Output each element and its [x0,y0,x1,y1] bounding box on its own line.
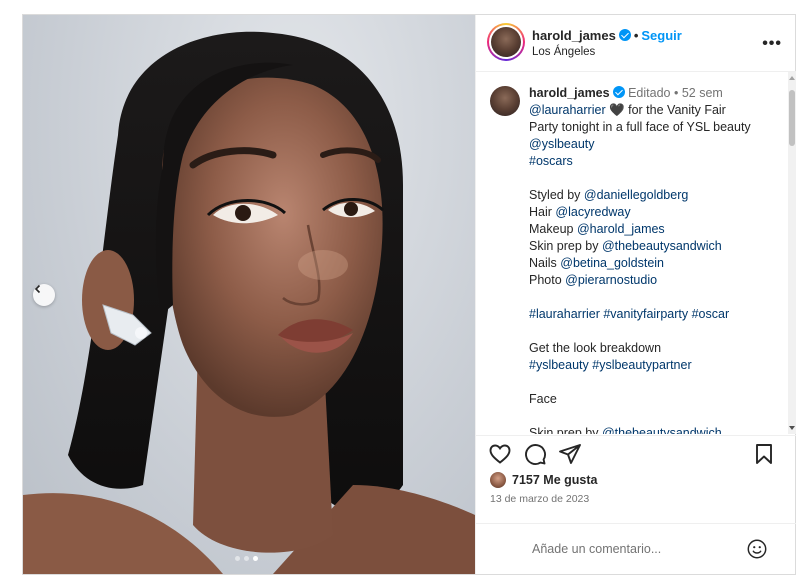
caption-line: Styled by @daniellegoldberg [529,187,769,204]
portrait-image [23,31,475,574]
mention-link[interactable]: @thebeautysandwich [602,239,722,253]
caption-line: #oscars [529,153,769,170]
scroll-up-icon[interactable] [789,76,795,80]
comment-icon[interactable] [523,442,547,466]
caption-body: harold_james Editado • 52 sem @lauraharr… [529,85,769,434]
caption-line: Skin prep by @thebeautysandwich [529,425,769,434]
caption-text-segment: Face [529,392,557,406]
more-options-button[interactable]: ••• [762,35,782,53]
caption-line: Face [529,391,769,408]
caption-line: Makeup @harold_james [529,221,769,238]
hashtag-link[interactable]: #oscar [692,307,730,321]
caption-text-segment: Makeup [529,222,577,236]
caption-line: Skin prep by @thebeautysandwich [529,238,769,255]
caption-line: Get the look breakdown [529,340,769,357]
caption-area: harold_james Editado • 52 sem @lauraharr… [476,72,788,434]
carousel-dot[interactable] [244,556,249,561]
hashtag-link[interactable]: #oscars [529,154,573,168]
scroll-down-icon[interactable] [789,426,795,430]
liker-avatar [490,472,506,488]
mention-link[interactable]: @betina_goldstein [560,256,664,270]
caption-text-segment: Nails [529,256,561,270]
caption-line: Hair @lacyredway [529,204,769,221]
caption-text: @lauraharrier 🖤 for the Vanity Fair Party… [529,102,769,434]
verified-icon [612,86,625,98]
caption-line: @lauraharrier 🖤 for the Vanity Fair [529,102,769,119]
hashtag-link[interactable]: #lauraharrier [529,307,600,321]
caption-text-segment: 🖤 for the Vanity Fair [605,103,726,117]
post-location[interactable]: Los Ángeles [532,46,595,58]
caption-line: Party tonight in a full face of YSL beau… [529,119,769,136]
mention-link[interactable]: @daniellegoldberg [584,188,688,202]
carousel-dot[interactable] [235,556,240,561]
heart-icon[interactable] [488,442,512,466]
header-separator: • [633,28,639,43]
caption-line: #lauraharrier #vanityfairparty #oscar [529,306,769,323]
mention-link[interactable]: @thebeautysandwich [602,426,722,434]
chevron-left-icon [34,284,41,294]
hashtag-link[interactable]: #vanityfairparty [603,307,688,321]
mention-link[interactable]: @lauraharrier [529,103,606,117]
caption-scrollbar[interactable] [788,72,796,434]
likes-count[interactable]: 7157 Me gusta [512,473,597,487]
comment-input[interactable] [532,538,732,560]
caption-line: Photo @pierarnostudio [529,272,769,289]
caption-line: #yslbeauty #yslbeautypartner [529,357,769,374]
caption-text-segment: Skin prep by [529,239,602,253]
post-side-panel: harold_james • Seguir Los Ángeles ••• haro… [475,15,796,574]
hashtag-link[interactable]: #yslbeauty [529,358,589,372]
caption-line: @yslbeauty [529,136,769,153]
post-header: harold_james • Seguir Los Ángeles ••• [476,15,796,72]
scroll-thumb[interactable] [789,90,795,146]
hashtag-link[interactable]: #yslbeautypartner [592,358,691,372]
post-date[interactable]: 13 de marzo de 2023 [490,493,589,505]
likes-row[interactable]: 7157 Me gusta [490,470,597,490]
post-modal: harold_james • Seguir Los Ángeles ••• haro… [22,14,796,575]
caption-text-segment: Party tonight in a full face of YSL beau… [529,120,751,134]
mention-link[interactable]: @pierarnostudio [565,273,657,287]
caption-line: Nails @betina_goldstein [529,255,769,272]
post-photo[interactable] [23,15,475,574]
caption-text-segment: Skin prep by [529,426,602,434]
author-username[interactable]: harold_james [532,28,616,43]
verified-icon [618,29,631,41]
follow-button[interactable]: Seguir [641,28,681,43]
share-icon[interactable] [558,442,582,466]
author-avatar[interactable] [487,23,525,61]
caption-separator: • [673,86,679,100]
edited-label: Editado [628,86,671,100]
bookmark-icon[interactable] [752,442,776,466]
post-age[interactable]: 52 sem [682,86,723,100]
mention-link[interactable]: @yslbeauty [529,137,595,151]
carousel-prev-button[interactable] [33,284,55,306]
mention-link[interactable]: @harold_james [577,222,665,236]
caption-author-avatar[interactable] [490,86,520,116]
caption-text-segment: Styled by [529,188,584,202]
carousel-dot-active[interactable] [253,556,258,561]
emoji-icon[interactable] [746,538,768,560]
caption-text-segment: Get the look breakdown [529,341,662,355]
caption-text-segment: Photo [529,273,566,287]
carousel-dots [235,556,258,561]
mention-link[interactable]: @lacyredway [555,205,630,219]
caption-text-segment: Hair [529,205,556,219]
comment-box [476,523,796,575]
caption-username[interactable]: harold_james [529,86,610,100]
